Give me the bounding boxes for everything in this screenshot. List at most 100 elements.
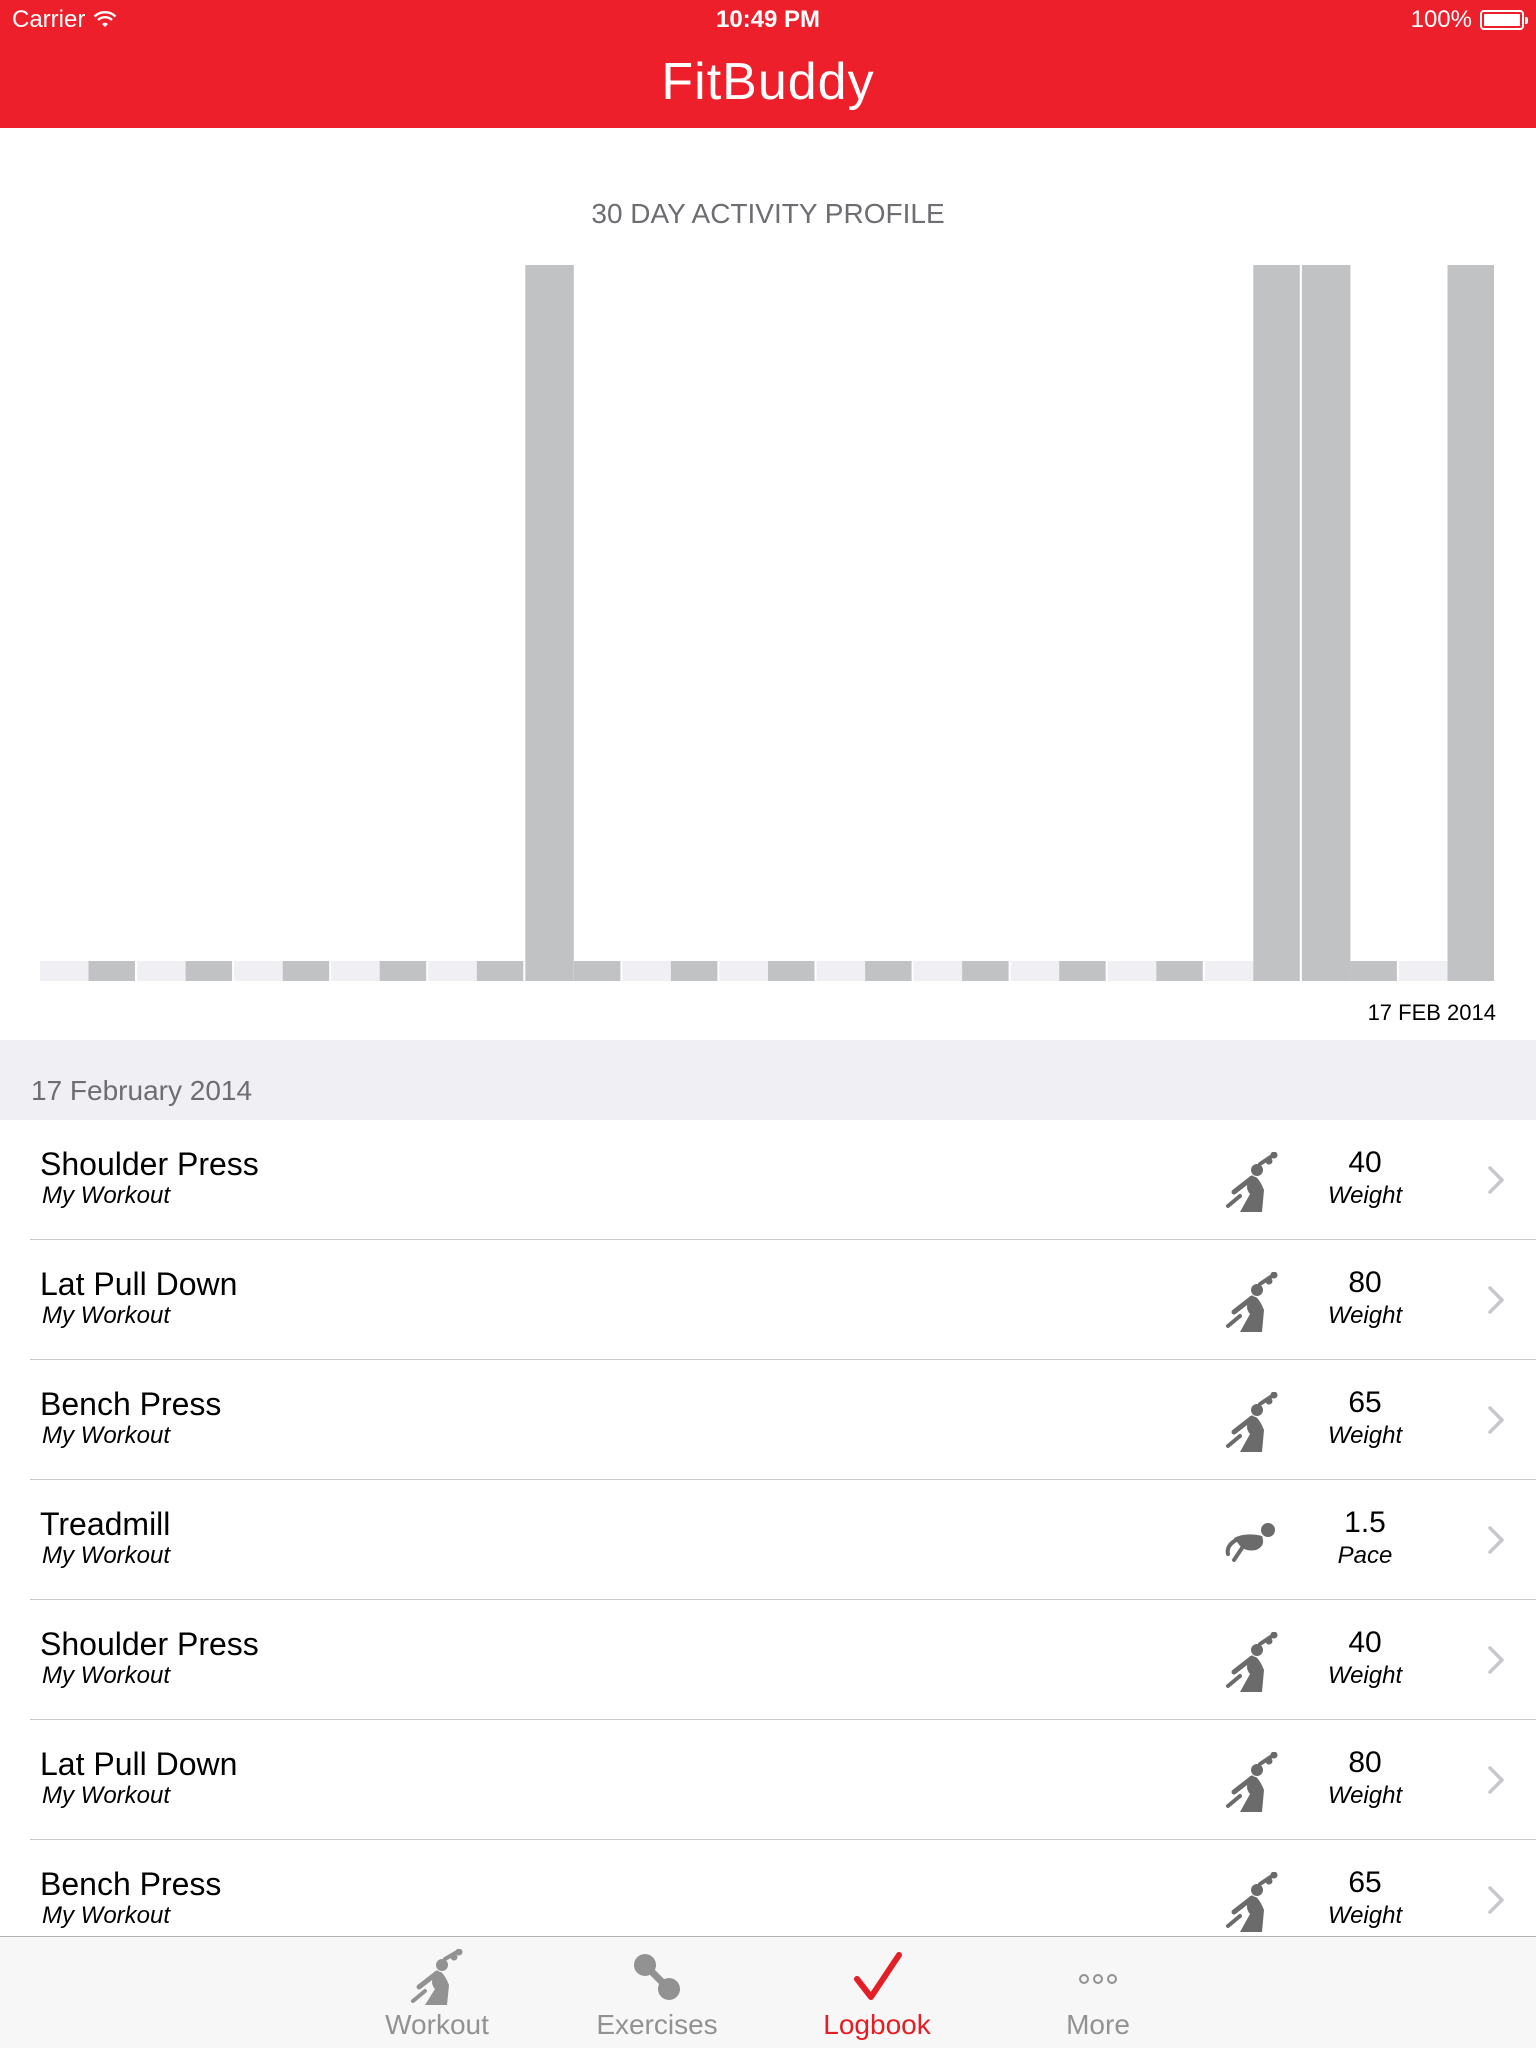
chart-end-date: 17 FEB 2014: [1367, 1000, 1496, 1025]
chart-bar: [816, 961, 865, 981]
workout-name: My Workout: [42, 1902, 171, 1929]
status-battery: 100%: [1410, 6, 1528, 34]
workout-name: My Workout: [42, 1542, 171, 1569]
entry-value: 80: [1348, 1266, 1382, 1299]
chart-bar: [88, 961, 135, 981]
exercise-name: Bench Press: [40, 1386, 222, 1422]
entry-unit: Pace: [1337, 1542, 1393, 1569]
weight-lifter-icon: [1220, 1871, 1282, 1934]
chevron-right-icon: [1488, 1646, 1504, 1674]
chevron-right-icon: [1488, 1406, 1504, 1434]
weight-lifter-icon: [1220, 1271, 1282, 1334]
workout-name: My Workout: [42, 1422, 171, 1449]
workout-icon: [407, 1948, 467, 2007]
chart-bar: [428, 961, 477, 981]
workout-name: My Workout: [42, 1782, 171, 1809]
chart-bar: [1010, 961, 1060, 981]
exercise-name: Lat Pull Down: [40, 1266, 238, 1302]
status-time: 10:49 PM: [715, 6, 821, 33]
tab-label: Exercises: [596, 2009, 718, 2040]
chart-bar: [1398, 961, 1448, 981]
chevron-right-icon: [1488, 1886, 1504, 1914]
section-header: 17 February 2014: [0, 1040, 1536, 1120]
chart-bar: [913, 961, 963, 981]
chevron-right-icon: [1488, 1766, 1504, 1794]
workout-name: My Workout: [42, 1662, 171, 1689]
chart-bar: [865, 961, 912, 981]
chart-bar: [1253, 265, 1300, 981]
weight-lifter-icon: [1220, 1751, 1282, 1814]
entry-unit: Weight: [1327, 1782, 1403, 1809]
log-entry-row[interactable]: Lat Pull Down My Workout 80 Weight: [0, 1240, 1536, 1360]
chart-bar: [525, 265, 574, 981]
chart-bar: [40, 961, 89, 981]
chevron-right-icon: [1488, 1286, 1504, 1314]
weight-lifter-icon: [1220, 1631, 1282, 1694]
runner-icon: [1220, 1512, 1282, 1574]
chart-bar: [185, 961, 233, 981]
nav-header: Carrier 10:49 PM 100% FitBuddy: [0, 0, 1536, 128]
chart-bar: [1204, 961, 1254, 981]
exercise-name: Lat Pull Down: [40, 1746, 238, 1782]
chart-bar: [1350, 961, 1397, 981]
chart-bar: [1107, 961, 1157, 981]
log-entry-row[interactable]: Bench Press My Workout 65 Weight: [0, 1840, 1536, 1936]
entry-unit: Weight: [1327, 1182, 1403, 1209]
chart-bar: [573, 961, 621, 981]
more-icon: [1068, 1949, 1128, 2007]
chart-bar: [282, 961, 330, 981]
entry-value: 1.5: [1344, 1506, 1386, 1539]
activity-chart: [40, 265, 1494, 981]
entry-unit: Weight: [1327, 1302, 1403, 1329]
chart-bar: [1156, 961, 1203, 981]
log-entry-row[interactable]: Shoulder Press My Workout 40 Weight: [0, 1120, 1536, 1240]
chart-bar: [137, 961, 186, 981]
tab-exercises[interactable]: Exercises: [577, 1937, 737, 2048]
chart-bar: [1301, 265, 1351, 981]
chevron-right-icon: [1488, 1526, 1504, 1554]
log-entry-row[interactable]: Treadmill My Workout 1.5 Pace: [0, 1480, 1536, 1600]
chart-bar: [622, 961, 671, 981]
workout-name: My Workout: [42, 1302, 171, 1329]
dumbbell-icon: [627, 1949, 687, 2007]
tab-workout[interactable]: Workout: [357, 1937, 517, 2048]
chart-bar: [719, 961, 768, 981]
weight-lifter-icon: [1220, 1151, 1282, 1214]
tab-label: Logbook: [823, 2009, 931, 2040]
tab-more[interactable]: More: [1018, 1937, 1178, 2048]
chart-bar: [331, 961, 380, 981]
chart-bar: [1059, 961, 1106, 981]
tab-label: More: [1066, 2009, 1130, 2040]
section-date-label: 17 February 2014: [31, 1075, 253, 1106]
tab-label: Workout: [385, 2009, 489, 2040]
exercise-name: Shoulder Press: [40, 1146, 259, 1182]
log-list[interactable]: Shoulder Press My Workout 40 Weight Lat Pull…: [0, 1120, 1536, 1936]
exercise-name: Shoulder Press: [40, 1626, 259, 1662]
exercise-name: Bench Press: [40, 1866, 222, 1902]
chart-bar: [379, 961, 427, 981]
checkmark-icon: [847, 1949, 907, 2007]
chevron-right-icon: [1488, 1166, 1504, 1194]
tab-logbook[interactable]: Logbook: [797, 1937, 957, 2048]
entry-value: 65: [1348, 1386, 1382, 1419]
weight-lifter-icon: [1220, 1391, 1282, 1454]
battery-label: 100%: [1410, 6, 1472, 33]
chart-title: 30 DAY ACTIVITY PROFILE: [591, 198, 945, 229]
log-entry-row[interactable]: Bench Press My Workout 65 Weight: [0, 1360, 1536, 1480]
workout-name: My Workout: [42, 1182, 171, 1209]
chart-bar: [234, 961, 283, 981]
log-entry-row[interactable]: Shoulder Press My Workout 40 Weight: [0, 1600, 1536, 1720]
entry-unit: Weight: [1327, 1902, 1403, 1929]
battery-icon: [1480, 10, 1528, 30]
entry-value: 40: [1348, 1626, 1382, 1659]
chart-bar: [1447, 265, 1494, 981]
entry-unit: Weight: [1327, 1662, 1403, 1689]
entry-unit: Weight: [1327, 1422, 1403, 1449]
exercise-name: Treadmill: [40, 1506, 171, 1542]
chart-bar: [768, 961, 815, 981]
chart-bar: [670, 961, 718, 981]
tab-bar: Workout Exercises Logbook More: [0, 1936, 1536, 2048]
app-title: FitBuddy: [661, 53, 875, 111]
log-entry-row[interactable]: Lat Pull Down My Workout 80 Weight: [0, 1720, 1536, 1840]
chart-bar: [476, 961, 524, 981]
